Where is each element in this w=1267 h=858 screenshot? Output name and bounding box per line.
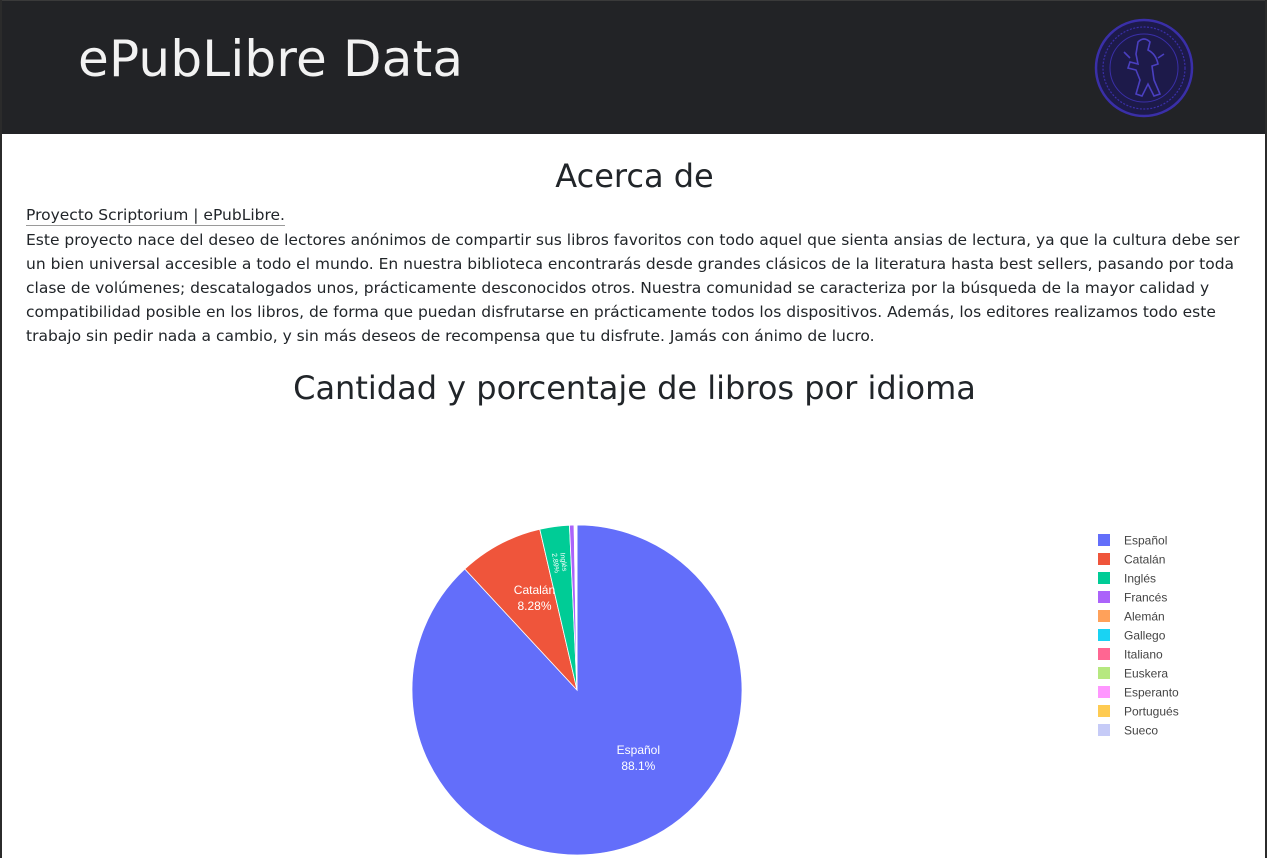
legend-item-italiano[interactable]: Italiano — [1098, 648, 1163, 662]
pie-slices — [411, 524, 743, 856]
legend-item-ingles[interactable]: Inglés — [1098, 572, 1156, 586]
legend-swatch — [1098, 572, 1110, 584]
slice-label-ingles: Inglés2.89% — [550, 552, 568, 574]
legend-label: Inglés — [1124, 572, 1156, 586]
language-pie-chart: Español 88.1% Catalán 8.28% Inglés2.89% Espa… — [411, 524, 1179, 856]
legend-swatch — [1098, 591, 1110, 603]
chart-legend: Español Catalán Inglés Francés Alemán Gallego… — [1098, 534, 1179, 738]
legend-swatch — [1098, 610, 1110, 622]
legend-label: Español — [1124, 534, 1167, 548]
legend-swatch — [1098, 686, 1110, 698]
legend-swatch — [1098, 534, 1110, 546]
legend-item-frances[interactable]: Francés — [1098, 591, 1167, 605]
legend-swatch — [1098, 648, 1110, 660]
legend-swatch — [1098, 724, 1110, 736]
legend-label: Catalán — [1124, 553, 1165, 567]
legend-item-euskera[interactable]: Euskera — [1098, 667, 1168, 681]
legend-swatch — [1098, 705, 1110, 717]
legend-item-aleman[interactable]: Alemán — [1098, 610, 1165, 624]
legend-label: Esperanto — [1124, 686, 1179, 700]
slice-label-catalan: Catalán — [514, 583, 555, 597]
legend-item-espanol[interactable]: Español — [1098, 534, 1167, 548]
legend-label: Gallego — [1124, 629, 1166, 643]
legend-swatch — [1098, 667, 1110, 679]
legend-item-catalan[interactable]: Catalán — [1098, 553, 1165, 567]
slice-label-espanol: Español — [617, 743, 660, 757]
legend-label: Portugués — [1124, 705, 1179, 719]
legend-swatch — [1098, 553, 1110, 565]
slice-percent-espanol: 88.1% — [621, 759, 655, 773]
legend-label: Alemán — [1124, 610, 1165, 624]
legend-item-esperanto[interactable]: Esperanto — [1098, 686, 1179, 700]
legend-item-gallego[interactable]: Gallego — [1098, 629, 1166, 643]
legend-label: Italiano — [1124, 648, 1163, 662]
legend-label: Sueco — [1124, 724, 1158, 738]
legend-label: Euskera — [1124, 667, 1168, 681]
legend-item-portugues[interactable]: Portugués — [1098, 705, 1179, 719]
legend-label: Francés — [1124, 591, 1167, 605]
slice-percent-catalan: 8.28% — [517, 599, 551, 613]
legend-swatch — [1098, 629, 1110, 641]
legend-item-sueco[interactable]: Sueco — [1098, 724, 1158, 738]
